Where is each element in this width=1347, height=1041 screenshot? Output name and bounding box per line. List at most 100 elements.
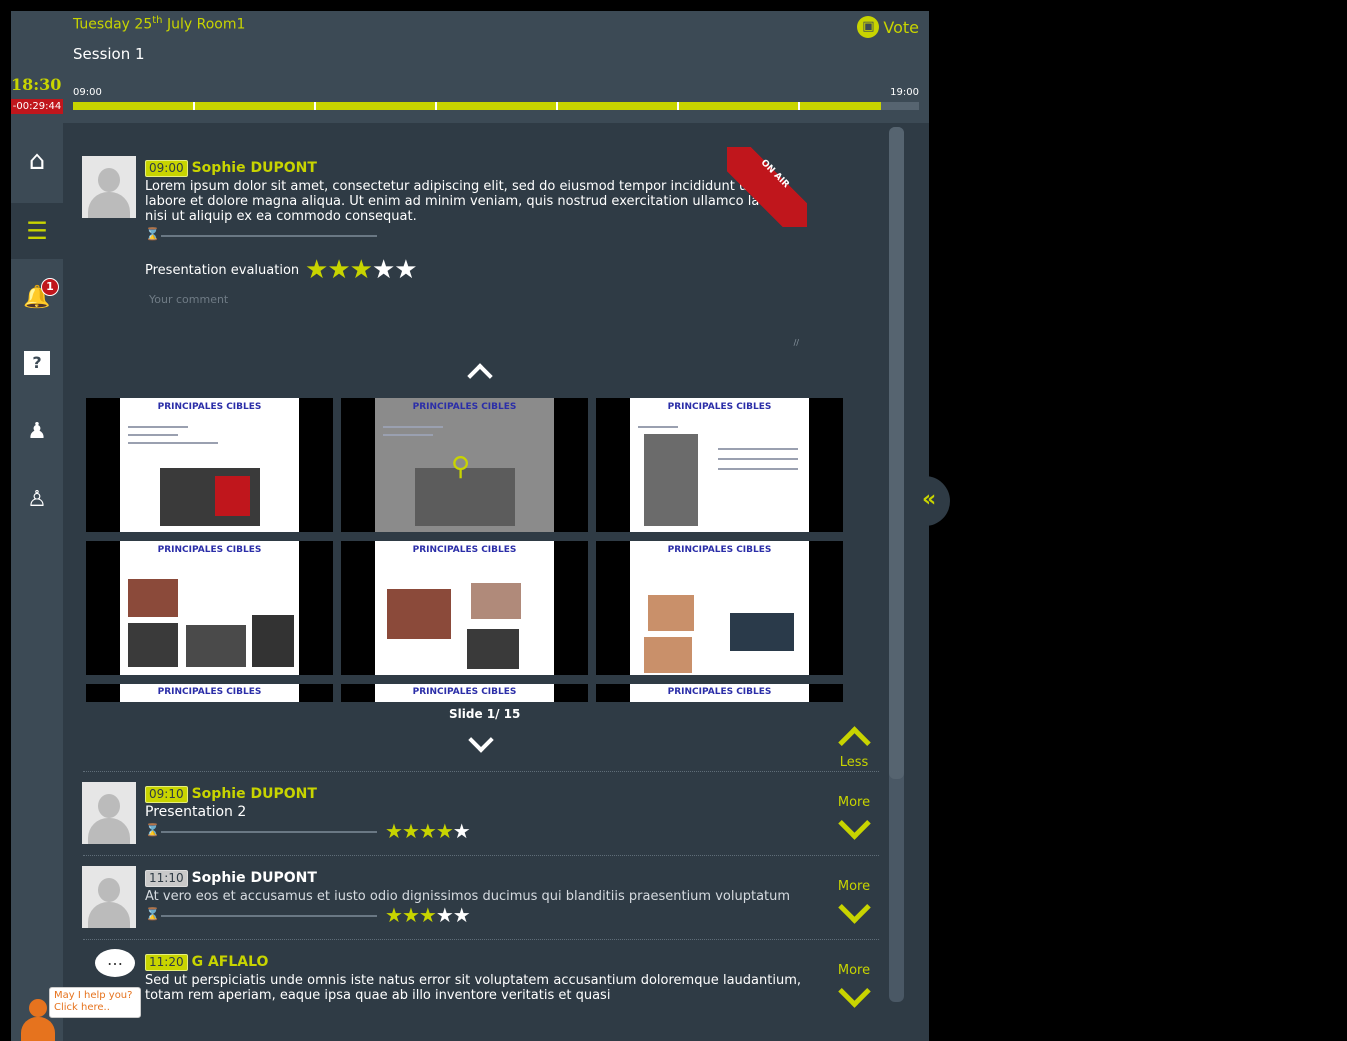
timeline-tick xyxy=(314,102,316,110)
hourglass-icon: ⌛ xyxy=(145,823,160,837)
help-prompt[interactable]: May I help you? Click here.. xyxy=(49,987,141,1018)
more-button[interactable]: More xyxy=(829,879,879,930)
chevron-down-icon xyxy=(836,978,872,1014)
more-button[interactable]: More xyxy=(829,795,879,846)
nav-questions[interactable]: ? xyxy=(11,335,63,391)
talk-speaker[interactable]: Sophie DUPONT xyxy=(192,786,317,802)
talk-item[interactable]: 09:10 Sophie DUPONT Presentation 2 xyxy=(145,783,795,820)
vote-label: Vote xyxy=(883,17,919,37)
talk-speaker[interactable]: G AFLALO xyxy=(192,954,269,970)
star-empty-icon[interactable]: ★ xyxy=(372,255,395,285)
talk-speaker[interactable]: Sophie DUPONT xyxy=(192,160,317,176)
divider xyxy=(83,771,879,772)
divider xyxy=(83,939,879,940)
nav-moderator[interactable]: ♙ xyxy=(11,471,63,527)
program-list-icon: ☰ xyxy=(26,217,48,245)
talk-progress-line xyxy=(161,831,377,833)
zoom-icon[interactable]: ⚲ xyxy=(451,452,470,482)
slide-thumbnail[interactable]: PRINCIPALES CIBLES xyxy=(86,684,333,702)
talk-item[interactable]: 11:20 G AFLALO Sed ut perspiciatis unde o… xyxy=(145,951,801,1003)
date-month: July xyxy=(166,16,193,33)
star-filled-icon: ★ xyxy=(435,819,454,843)
slides-scroll-up-icon[interactable] xyxy=(466,355,494,383)
slide-thumbnail[interactable]: PRINCIPALES CIBLES xyxy=(596,541,843,675)
star-filled-icon[interactable]: ★ xyxy=(350,255,373,285)
talk-description: Sed ut perspiciatis unde omnis iste natu… xyxy=(145,973,801,1003)
timeline-tick xyxy=(193,102,195,110)
star-filled-icon: ★ xyxy=(418,903,437,927)
countdown-timer: -00:29:44 xyxy=(11,99,63,114)
slide-thumbnail[interactable]: PRINCIPALES CIBLES xyxy=(86,398,333,532)
current-talk-header: 09:00 Sophie DUPONT Lorem ipsum dolor sit… xyxy=(145,157,795,224)
talk-time: 09:10 xyxy=(145,786,188,803)
star-filled-icon[interactable]: ★ xyxy=(327,255,350,285)
talk-time: 09:00 xyxy=(145,160,188,177)
star-empty-icon: ★ xyxy=(452,903,471,927)
star-filled-icon: ★ xyxy=(401,819,420,843)
hourglass-icon: ⌛ xyxy=(145,227,160,241)
hourglass-icon: ⌛ xyxy=(145,907,160,921)
star-empty-icon: ★ xyxy=(435,903,454,927)
talk-speaker[interactable]: Sophie DUPONT xyxy=(192,870,317,886)
slide-thumbnail[interactable]: PRINCIPALES CIBLES xyxy=(596,684,843,702)
nav-home[interactable]: ⌂ xyxy=(11,133,63,189)
date-room-line: Tuesday 25th July Room1 xyxy=(73,15,245,33)
comment-field[interactable]: Your comment ∕∕ xyxy=(145,293,799,347)
less-button[interactable]: Less xyxy=(829,719,879,770)
nav-program[interactable]: ☰ xyxy=(11,203,63,259)
talk-item[interactable]: 11:10 Sophie DUPONT At vero eos et accusa… xyxy=(145,867,825,904)
divider xyxy=(83,855,879,856)
current-time: 18:30 xyxy=(11,75,62,94)
slide-thumbnail[interactable]: PRINCIPALES CIBLES xyxy=(596,398,843,532)
star-filled-icon: ★ xyxy=(385,903,403,927)
timeline-tick xyxy=(556,102,558,110)
help-line-2: Click here.. xyxy=(54,1002,110,1013)
star-filled-icon: ★ xyxy=(401,903,420,927)
chat-bubble-icon[interactable]: … xyxy=(95,949,135,977)
chevron-down-icon xyxy=(836,894,872,930)
notification-badge: 1 xyxy=(41,278,59,296)
vote-icon: ▣ xyxy=(857,16,880,38)
slide-thumbnail[interactable]: PRINCIPALES CIBLES xyxy=(86,541,333,675)
help-line-1: May I help you? xyxy=(54,990,133,1001)
talk-progress-line xyxy=(161,235,377,237)
chevron-up-icon xyxy=(836,719,872,755)
scrollbar-thumb[interactable] xyxy=(889,127,904,779)
session-title: Session 1 xyxy=(73,45,145,63)
chevron-down-icon xyxy=(836,810,872,846)
slide-thumbnail[interactable]: PRINCIPALES CIBLES xyxy=(341,541,588,675)
timeline-end-time: 19:00 xyxy=(890,87,919,98)
comment-placeholder: Your comment xyxy=(149,293,229,306)
talk-description: Lorem ipsum dolor sit amet, consectetur … xyxy=(145,179,792,224)
slide-thumbnail-hover[interactable]: PRINCIPALES CIBLES ⚲ xyxy=(341,398,588,532)
collapse-panel-button[interactable]: « xyxy=(918,476,950,526)
talk-time: 11:10 xyxy=(145,870,188,887)
app-window: Tuesday 25th July Room1 Session 1 18:30 … xyxy=(11,11,929,1041)
more-button[interactable]: More xyxy=(829,963,879,1014)
talk-description: At vero eos et accusamus et iusto odio d… xyxy=(145,889,791,904)
top-bar: Tuesday 25th July Room1 Session 1 18:30 … xyxy=(11,11,929,123)
rating-stars: ★★★★★ xyxy=(385,903,471,927)
evaluation-stars[interactable]: ★★★★★ xyxy=(305,255,418,285)
star-filled-icon: ★ xyxy=(385,819,403,843)
timeline-tick xyxy=(435,102,437,110)
speaker-avatar xyxy=(82,782,136,844)
slides-scroll-down-icon[interactable] xyxy=(467,729,495,757)
scrollbar[interactable] xyxy=(889,127,904,1002)
timeline-tick xyxy=(798,102,800,110)
talk-time: 11:20 xyxy=(145,954,188,971)
rating-stars: ★★★★★ xyxy=(385,819,471,843)
on-air-ribbon: ON AIR xyxy=(727,147,807,227)
vote-button[interactable]: ▣ Vote xyxy=(857,16,919,38)
star-filled-icon[interactable]: ★ xyxy=(305,255,328,285)
nav-speakers[interactable]: ♟ xyxy=(11,403,63,459)
nav-notifications[interactable]: 🔔 1 xyxy=(11,269,63,325)
resize-handle-icon[interactable]: ∕∕ xyxy=(794,338,799,347)
star-empty-icon[interactable]: ★ xyxy=(394,255,417,285)
sidebar: ⌂ ☰ 🔔 1 ? ♟ ♙ xyxy=(11,123,63,1041)
talk-description: Presentation 2 xyxy=(145,804,247,820)
speaker-avatar xyxy=(82,866,136,928)
slide-counter: Slide 1/ 15 xyxy=(449,707,521,721)
talk-progress-line xyxy=(161,915,377,917)
slide-thumbnail[interactable]: PRINCIPALES CIBLES xyxy=(341,684,588,702)
